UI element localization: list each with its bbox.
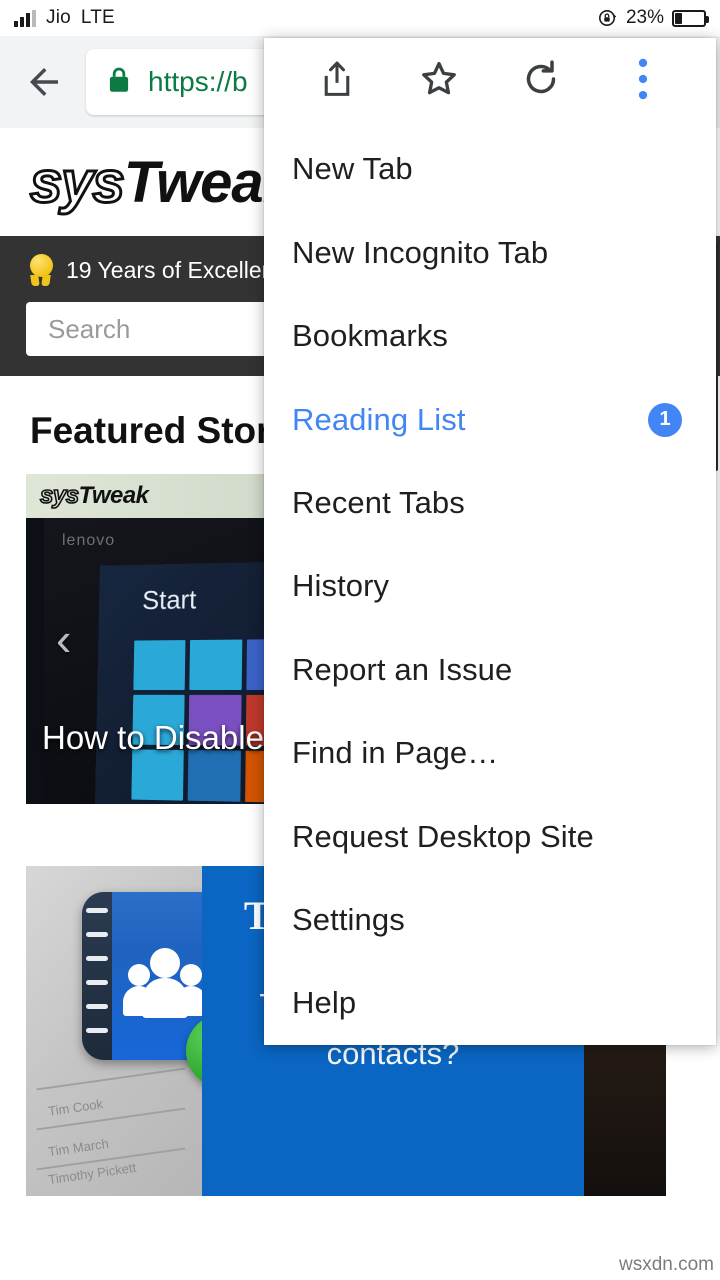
menu-item-settings[interactable]: Settings bbox=[264, 878, 716, 961]
back-button[interactable] bbox=[14, 52, 74, 112]
menu-item-list: New Tab New Incognito Tab Bookmarks Reading… bbox=[264, 120, 716, 1045]
article-watermark-part2: Tweak bbox=[79, 482, 149, 509]
site-search-placeholder: Search bbox=[48, 314, 130, 345]
menu-item-new-tab[interactable]: New Tab bbox=[264, 128, 716, 211]
menu-item-label: Bookmarks bbox=[292, 318, 448, 354]
menu-item-label: Reading List bbox=[292, 402, 466, 438]
windows-tile bbox=[133, 640, 185, 690]
status-bar-right: 23% bbox=[598, 7, 706, 29]
contact-name: Tim March bbox=[47, 1136, 109, 1159]
carrier-label: Jio bbox=[46, 7, 71, 29]
chevron-left-icon[interactable]: ‹ bbox=[56, 616, 71, 662]
menu-item-request-desktop-site[interactable]: Request Desktop Site bbox=[264, 795, 716, 878]
menu-item-badge: 1 bbox=[648, 403, 682, 437]
site-logo-text: sysTweak bbox=[30, 149, 294, 216]
start-label: Start bbox=[142, 584, 197, 615]
menu-item-label: Recent Tabs bbox=[292, 485, 465, 521]
omnibox-url-text: https://b bbox=[148, 66, 248, 98]
network-type-label: LTE bbox=[81, 7, 115, 29]
menu-header bbox=[264, 38, 716, 120]
rotation-lock-icon bbox=[598, 8, 618, 28]
share-icon[interactable] bbox=[286, 43, 388, 115]
battery-icon bbox=[672, 10, 706, 27]
menu-item-help[interactable]: Help bbox=[264, 962, 716, 1045]
source-watermark: wsxdn.com bbox=[619, 1254, 714, 1276]
menu-item-reading-list[interactable]: Reading List 1 bbox=[264, 378, 716, 461]
signal-bars-icon bbox=[14, 10, 36, 27]
bookmark-star-icon[interactable] bbox=[388, 43, 490, 115]
menu-item-report-an-issue[interactable]: Report an Issue bbox=[264, 628, 716, 711]
status-bar: Jio LTE 23% bbox=[0, 0, 720, 36]
contact-name: Tim Cook bbox=[47, 1096, 104, 1119]
lenovo-brand-mark: lenovo bbox=[62, 532, 115, 550]
phone-screen: Jio LTE 23% bbox=[0, 0, 720, 1280]
menu-item-label: New Incognito Tab bbox=[292, 235, 548, 271]
browser-overflow-menu: New Tab New Incognito Tab Bookmarks Reading… bbox=[264, 38, 716, 1045]
back-arrow-icon bbox=[23, 61, 65, 103]
menu-item-label: Settings bbox=[292, 902, 405, 938]
menu-item-label: History bbox=[292, 568, 389, 604]
battery-percent-label: 23% bbox=[626, 7, 664, 29]
reload-icon[interactable] bbox=[490, 43, 592, 115]
menu-item-label: New Tab bbox=[292, 151, 413, 187]
article-watermark: sysTweak bbox=[40, 482, 149, 510]
menu-item-label: Help bbox=[292, 985, 356, 1021]
menu-item-label: Find in Page… bbox=[292, 735, 498, 771]
menu-item-new-incognito-tab[interactable]: New Incognito Tab bbox=[264, 211, 716, 294]
lock-icon bbox=[106, 65, 132, 100]
ad-photo-left: Tim Cook Tim March Timothy Pickett A B C bbox=[26, 866, 202, 1196]
menu-item-recent-tabs[interactable]: Recent Tabs bbox=[264, 461, 716, 544]
menu-item-find-in-page[interactable]: Find in Page… bbox=[264, 711, 716, 794]
windows-tile bbox=[189, 640, 242, 690]
status-bar-left: Jio LTE bbox=[14, 7, 115, 29]
menu-item-history[interactable]: History bbox=[264, 545, 716, 628]
contacts-book-icon: A B C D bbox=[82, 892, 202, 1060]
menu-item-label: Request Desktop Site bbox=[292, 819, 594, 855]
article-watermark-part1: sys bbox=[40, 482, 79, 509]
overflow-menu-icon[interactable] bbox=[592, 43, 694, 115]
menu-item-bookmarks[interactable]: Bookmarks bbox=[264, 294, 716, 377]
site-logo-part1: sys bbox=[30, 150, 124, 215]
medal-icon bbox=[26, 254, 56, 286]
menu-item-label: Report an Issue bbox=[292, 652, 512, 688]
